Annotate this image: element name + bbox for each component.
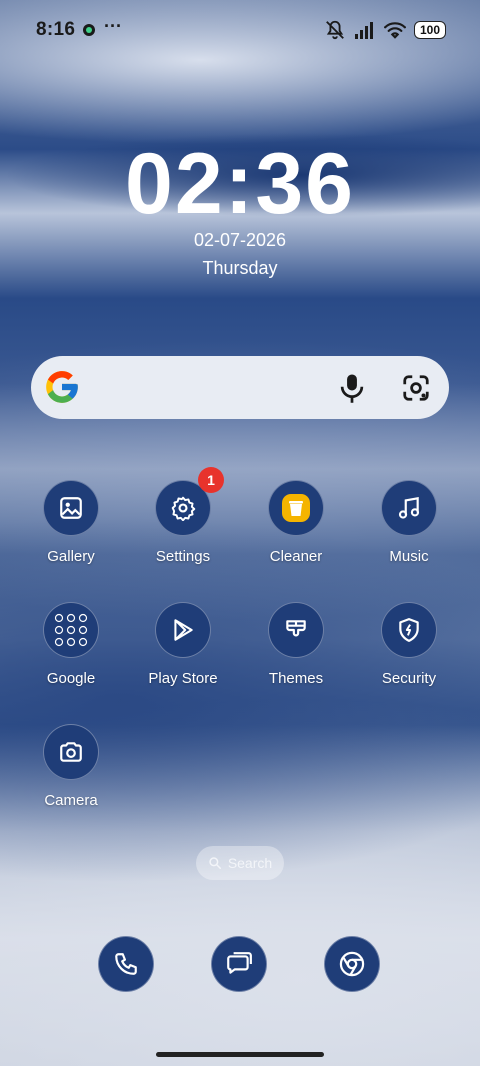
voice-search-mic-icon[interactable] [337,372,367,404]
app-themes[interactable]: Themes [241,602,351,687]
status-bar: 8:16 ··· 100 [0,0,480,60]
app-label: Gallery [47,548,95,565]
app-cleaner[interactable]: Cleaner [241,480,351,565]
shield-icon [399,618,419,642]
app-label: Cleaner [269,548,323,565]
folder-icon [54,613,88,647]
app-label: Security [381,670,437,687]
google-search-bar[interactable] [31,356,449,419]
google-lens-icon[interactable] [401,373,431,403]
app-label: Play Store [148,670,218,687]
music-note-icon [398,496,420,519]
google-g-icon [46,371,78,403]
battery-icon: 100 [413,21,446,39]
dock-chrome[interactable] [324,936,380,992]
search-icon [209,857,221,870]
app-label: Themes [268,670,324,687]
brush-icon [286,620,306,637]
signal-icon [354,22,373,39]
dock-messages[interactable] [211,936,267,992]
app-label: Music [389,548,429,565]
clock-day: Thursday [202,258,278,278]
app-gallery[interactable]: Gallery [16,480,126,565]
more-notifications-icon: ··· [104,16,122,36]
app-search-button[interactable]: Search [196,846,284,880]
gallery-icon [60,497,82,519]
status-time: 8:16 [36,19,76,40]
app-play-store[interactable]: Play Store [128,602,238,687]
clock-date: 02-07-2026 [193,230,287,250]
app-google-folder[interactable]: Google [16,602,126,687]
app-label: Settings [155,548,211,565]
chrome-icon [339,951,365,977]
app-search-label: Search [227,855,273,871]
play-store-icon [174,619,193,641]
camera-icon [60,742,82,762]
app-label: Google [46,670,96,687]
clock-time[interactable]: 02:36 [0,138,480,230]
phone-icon [115,953,137,975]
app-security[interactable]: Security [354,602,464,687]
notification-dot-icon [83,24,95,36]
app-camera[interactable]: Camera [16,724,126,809]
app-settings[interactable]: 1 Settings [128,467,238,565]
app-music[interactable]: Music [354,480,464,565]
home-gesture-bar[interactable] [156,1052,324,1057]
app-label: Camera [44,792,98,809]
gear-icon [171,496,196,521]
messages-icon [227,952,252,974]
dock-phone[interactable] [98,936,154,992]
trash-icon [282,494,310,522]
mute-icon [326,20,344,40]
status-icons: 100 [324,19,446,41]
notification-badge: 1 [198,467,224,493]
wifi-icon [383,22,406,39]
